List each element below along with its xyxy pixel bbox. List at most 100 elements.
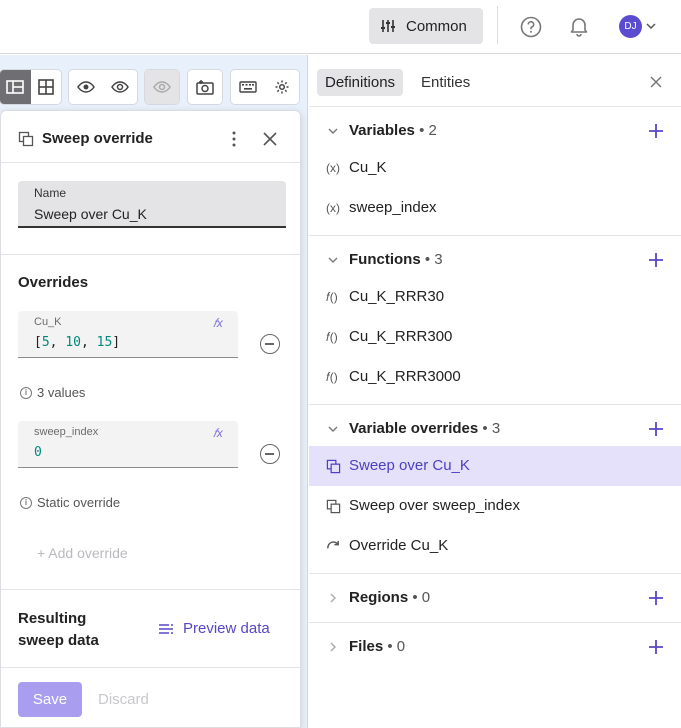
remove-override-button[interactable] [260,444,280,464]
tab-entities[interactable]: Entities [413,69,478,96]
chevron-down-icon [328,128,338,134]
override-hint: i 3 values [20,385,85,400]
chevron-down-icon[interactable] [646,21,656,31]
settings-button[interactable] [265,70,299,104]
workspace-button[interactable]: Common [369,8,483,44]
screenshot-button[interactable] [188,70,222,104]
function-toggle-icon[interactable]: 𝑓x [213,426,223,441]
section-title: Variable overrides • 3 [349,420,501,437]
list-item[interactable]: 𝑓() Cu_K_RRR300 [309,317,681,357]
section-title: Regions • 0 [349,589,431,606]
name-field-label: Name [34,186,67,200]
list-item[interactable]: (x) Cu_K [309,148,681,188]
override-field-sweep-index[interactable]: sweep_index 𝑓x 0 [18,421,238,468]
split-layout-icon [6,80,25,94]
save-button[interactable]: Save [18,682,82,717]
add-icon[interactable] [648,123,664,139]
list-item[interactable]: Sweep over sweep_index [309,486,681,526]
add-icon[interactable] [648,590,664,606]
list-item[interactable]: (x) sweep_index [309,188,681,228]
divider [1,254,301,255]
add-override-button[interactable]: + Add override [37,545,128,561]
list-item-selected[interactable]: Sweep over Cu_K [309,446,681,486]
info-icon: i [20,496,32,509]
grid-view-button[interactable] [31,70,62,104]
section-header-files[interactable]: Files • 0 [309,631,681,663]
preview-data-button[interactable]: Preview data [158,620,270,637]
keyboard-button[interactable] [231,70,265,104]
help-icon[interactable] [520,16,542,38]
variable-icon: (x) [326,201,340,215]
section-header-variable-overrides[interactable]: Variable overrides • 3 [309,413,681,445]
name-field-value[interactable]: Sweep over Cu_K [34,206,147,222]
add-icon[interactable] [648,639,664,655]
section-count: • 0 [387,638,406,655]
chevron-right-icon [330,593,336,603]
section-header-regions[interactable]: Regions • 0 [309,582,681,614]
add-icon[interactable] [648,252,664,268]
function-toggle-icon[interactable]: 𝑓x [213,316,223,331]
sweep-icon [326,499,341,514]
screenshot-toolbar-group [188,70,222,104]
tab-definitions[interactable]: Definitions [317,69,404,96]
show-selected-button[interactable] [103,70,137,104]
override-variable-label: sweep_index [34,426,99,438]
list-item-label: Cu_K_RRR3000 [349,368,461,385]
sliders-icon [381,20,395,32]
close-icon[interactable] [261,130,279,148]
divider [309,235,681,236]
remove-override-button[interactable] [260,334,280,354]
list-item-label: Cu_K_RRR30 [349,288,445,305]
section-header-variables[interactable]: Variables • 2 [309,115,681,147]
list-item-label: Cu_K_RRR300 [349,328,453,345]
grid-icon [37,79,54,95]
add-icon[interactable] [648,421,664,437]
override-field-cu-k[interactable]: Cu_K 𝑓x [5, 10, 15] [18,311,238,358]
section-title: Files • 0 [349,638,406,655]
panel-tabs: Definitions Entities [309,55,681,107]
section-count: • 3 [482,420,501,437]
eye-hidden-icon [153,81,171,93]
list-item[interactable]: 𝑓() Cu_K_RRR3000 [309,357,681,397]
chevron-down-icon [328,257,338,263]
discard-button[interactable]: Discard [98,691,149,708]
chevron-right-icon [330,642,336,652]
list-item[interactable]: Override Cu_K [309,526,681,566]
keyboard-icon [239,81,257,93]
gear-icon [275,80,289,94]
override-value[interactable]: [5, 10, 15] [34,335,120,350]
divider [309,404,681,405]
list-item[interactable]: 𝑓() Cu_K_RRR30 [309,277,681,317]
list-icon [159,623,173,634]
overrides-heading: Overrides [18,274,89,291]
name-field[interactable]: Name Sweep over Cu_K [18,181,286,228]
split-view-button[interactable] [0,70,31,104]
hide-button[interactable] [145,70,179,104]
section-count: • 2 [419,122,437,139]
panel-header: Sweep override [1,111,300,163]
list-item-label: Sweep over sweep_index [349,497,520,514]
avatar[interactable]: DJ [619,15,642,38]
visibility-toolbar-group [69,70,137,104]
preview-data-label: Preview data [183,620,270,637]
close-icon[interactable] [649,75,663,89]
sweep-icon [18,131,34,147]
eye-icon [77,81,95,93]
function-icon: 𝑓() [326,370,338,384]
more-options-icon[interactable] [225,130,243,148]
function-icon: 𝑓() [326,330,338,344]
show-all-button[interactable] [69,70,103,104]
bell-icon[interactable] [568,15,590,37]
divider [1,667,301,668]
section-title: Variables • 2 [349,122,437,139]
sweep-icon [326,459,341,474]
camera-add-icon [196,80,214,95]
list-close-bracket: ] [112,335,121,350]
list-item-label: Override Cu_K [349,537,449,554]
panel-title: Sweep override [42,130,153,147]
section-count: • 3 [424,251,443,268]
variable-icon: (x) [326,161,340,175]
section-header-functions[interactable]: Functions • 3 [309,244,681,276]
override-hint-text: Static override [37,495,121,510]
override-value[interactable]: 0 [34,445,42,460]
